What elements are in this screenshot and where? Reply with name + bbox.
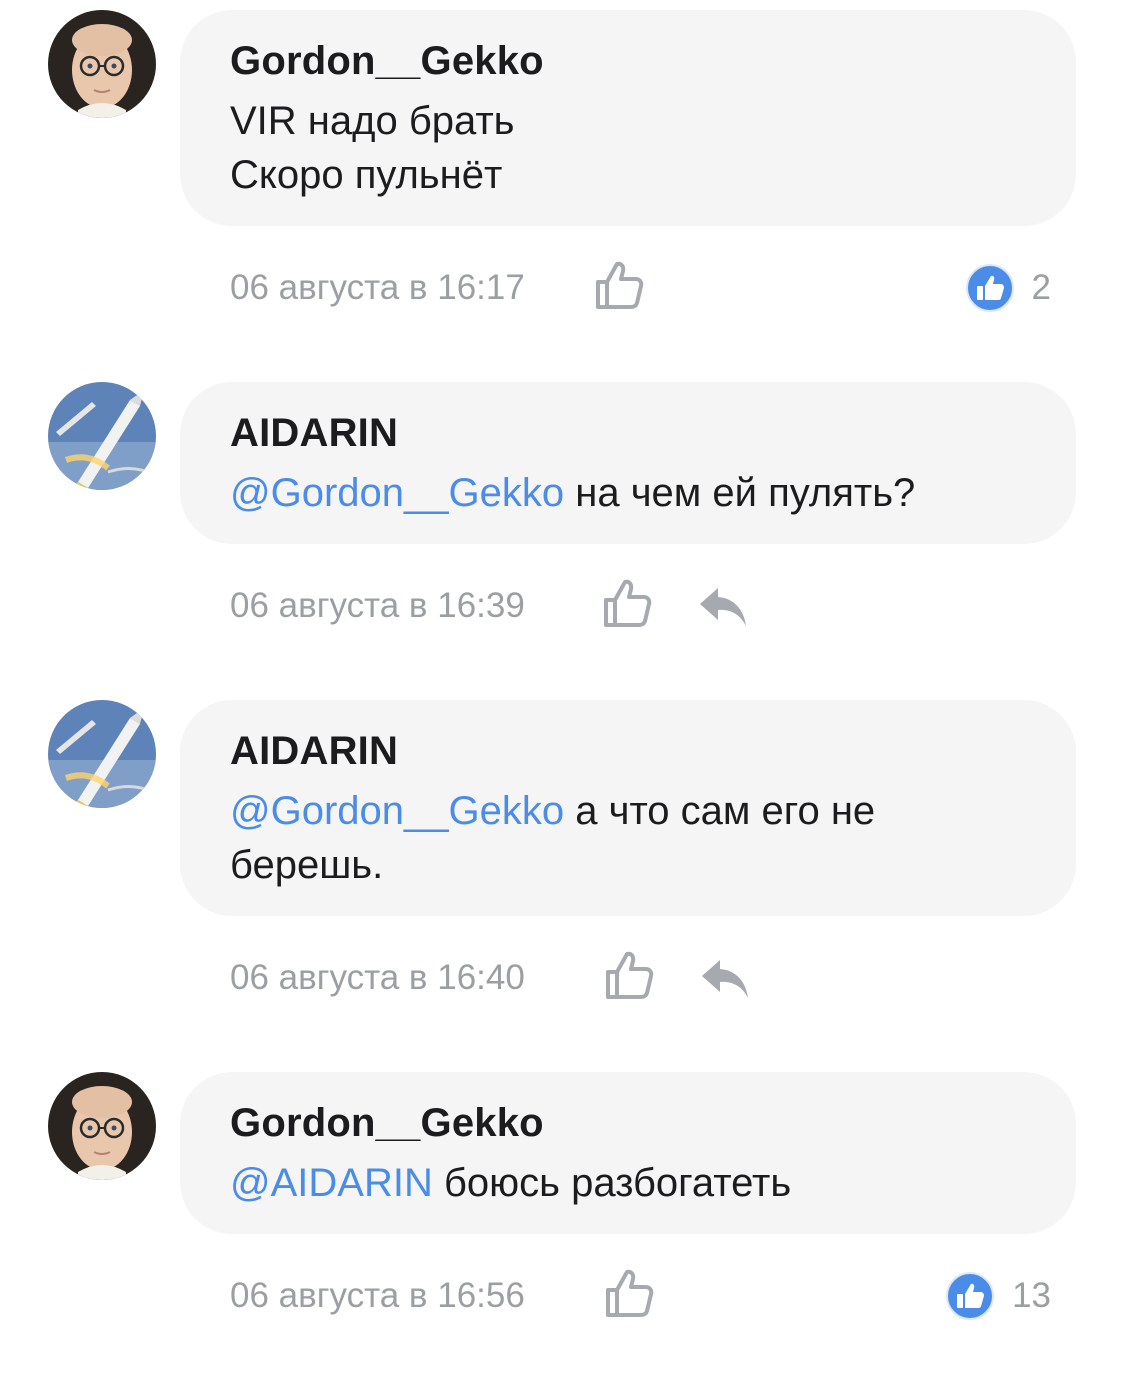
reply-arrow-icon xyxy=(698,954,752,1002)
like-button[interactable] xyxy=(602,948,656,1002)
thumbs-up-outline-icon xyxy=(602,948,656,1002)
avatar-image xyxy=(48,10,156,118)
like-button[interactable] xyxy=(602,1266,656,1320)
comment-author[interactable]: AIDARIN xyxy=(230,728,1028,774)
thumbs-up-outline-icon xyxy=(592,258,646,312)
reply-button[interactable] xyxy=(698,954,752,1002)
like-count: 13 xyxy=(1012,1276,1051,1315)
avatar[interactable] xyxy=(48,700,156,808)
like-button[interactable] xyxy=(600,576,654,630)
comment-text: @Gordon__Gekko а что сам его не берешь. xyxy=(230,784,990,892)
comment-timestamp: 06 августа в 16:17 xyxy=(230,268,525,307)
avatar[interactable] xyxy=(48,10,156,118)
comment-meta: 06 августа в 16:56 13 xyxy=(230,1266,1051,1326)
avatar[interactable] xyxy=(48,382,156,490)
comment-author[interactable]: Gordon__Gekko xyxy=(230,1100,1028,1146)
comment-meta: 06 августа в 16:17 2 xyxy=(230,258,1051,318)
avatar-image xyxy=(48,1072,156,1180)
comment-text: @Gordon__Gekko на чем ей пулять? xyxy=(230,466,1028,520)
comment-text: @AIDARIN боюсь разбогатеть xyxy=(230,1156,1028,1210)
comment-bubble: AIDARIN @Gordon__Gekko на чем ей пулять? xyxy=(180,382,1076,544)
thumbs-up-outline-icon xyxy=(602,1266,656,1320)
comment-body: на чем ей пулять? xyxy=(564,471,916,515)
like-count: 2 xyxy=(1031,268,1051,307)
reply-arrow-icon xyxy=(696,582,750,630)
avatar-image xyxy=(48,700,156,808)
comment-text: VIR надо брать Скоро пульнёт xyxy=(230,94,1028,202)
avatar[interactable] xyxy=(48,1072,156,1180)
avatar-image xyxy=(48,382,156,490)
comment-bubble: Gordon__Gekko @AIDARIN боюсь разбогатеть xyxy=(180,1072,1076,1234)
mention-link[interactable]: @Gordon__Gekko xyxy=(230,789,564,833)
thumbs-up-filled-icon xyxy=(946,1272,994,1320)
comment-meta: 06 августа в 16:39 xyxy=(230,576,1051,636)
comment-author[interactable]: Gordon__Gekko xyxy=(230,38,1028,84)
comment-bubble: AIDARIN @Gordon__Gekko а что сам его не … xyxy=(180,700,1076,916)
like-button[interactable] xyxy=(592,258,646,312)
thumbs-up-outline-icon xyxy=(600,576,654,630)
mention-link[interactable]: @Gordon__Gekko xyxy=(230,471,564,515)
comment-timestamp: 06 августа в 16:56 xyxy=(230,1276,525,1315)
comment-timestamp: 06 августа в 16:40 xyxy=(230,958,525,997)
comment-timestamp: 06 августа в 16:39 xyxy=(230,586,525,625)
comment-body: боюсь разбогатеть xyxy=(432,1161,792,1205)
mention-link[interactable]: @AIDARIN xyxy=(230,1161,433,1205)
like-counter[interactable]: 13 xyxy=(946,1272,1051,1320)
thumbs-up-filled-icon xyxy=(966,264,1014,312)
comment-author[interactable]: AIDARIN xyxy=(230,410,1028,456)
comment-meta: 06 августа в 16:40 xyxy=(230,948,1051,1008)
like-counter[interactable]: 2 xyxy=(966,264,1051,312)
comment-body: VIR надо брать Скоро пульнёт xyxy=(230,99,515,197)
reply-button[interactable] xyxy=(696,582,750,630)
comment-bubble: Gordon__Gekko VIR надо брать Скоро пульн… xyxy=(180,10,1076,226)
